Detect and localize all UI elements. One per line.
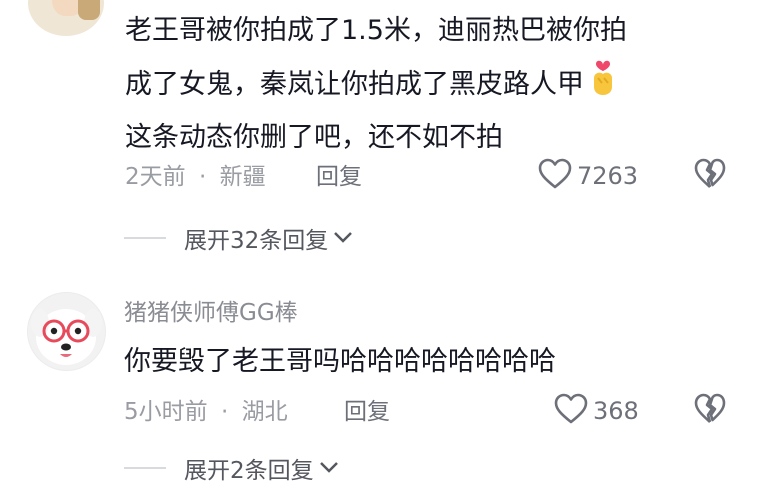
- expand-replies[interactable]: 展开2条回复: [124, 452, 340, 484]
- avatar[interactable]: [28, 0, 104, 36]
- heart-icon: [553, 393, 589, 429]
- separator-dot: ·: [220, 399, 229, 425]
- divider-line: [124, 467, 166, 469]
- comment-line: 成了女鬼，秦岚让你拍成了黑皮路人甲: [125, 56, 765, 113]
- comment-author[interactable]: 猪猪侠师傅GG棒: [124, 297, 298, 329]
- expand-replies[interactable]: 展开32条回复: [124, 222, 354, 254]
- reply-button[interactable]: 回复: [316, 160, 362, 194]
- broken-heart-icon: [693, 393, 727, 429]
- dislike-button[interactable]: [693, 393, 727, 429]
- like-button[interactable]: 7263: [537, 158, 638, 194]
- broken-heart-icon: [693, 158, 727, 194]
- expand-replies-label: 展开32条回复: [184, 228, 329, 254]
- comment-meta: 2天前 · 新疆: [125, 160, 266, 194]
- comment-text: 你要毁了老王哥吗哈哈哈哈哈哈哈哈: [124, 346, 556, 377]
- reply-button[interactable]: 回复: [344, 395, 390, 429]
- comment-text: 老王哥被你拍成了1.5米，迪丽热巴被你拍 成了女鬼，秦岚让你拍成了黑皮路人甲 这…: [125, 6, 765, 163]
- comment-location: 湖北: [241, 399, 288, 425]
- comment-meta: 5小时前 · 湖北: [124, 395, 288, 429]
- comment-time: 2天前: [125, 164, 186, 190]
- separator-dot: ·: [198, 164, 207, 190]
- chevron-down-icon: [318, 459, 340, 478]
- expand-replies-label: 展开2条回复: [184, 458, 314, 484]
- dislike-button[interactable]: [693, 158, 727, 194]
- like-count: 368: [593, 397, 639, 425]
- like-button[interactable]: 368: [553, 393, 639, 429]
- comment-location: 新疆: [219, 164, 266, 190]
- comment-time: 5小时前: [124, 399, 208, 425]
- comment-line: 这条动态你删了吧，还不如不拍: [125, 122, 503, 153]
- heart-icon: [537, 158, 573, 194]
- heart-hand-emoji-icon: [588, 56, 618, 113]
- comment-line: 老王哥被你拍成了1.5米，迪丽热巴被你拍: [125, 15, 627, 46]
- avatar[interactable]: [27, 292, 106, 371]
- divider-line: [124, 237, 166, 239]
- like-count: 7263: [577, 162, 639, 190]
- chevron-down-icon: [332, 229, 354, 248]
